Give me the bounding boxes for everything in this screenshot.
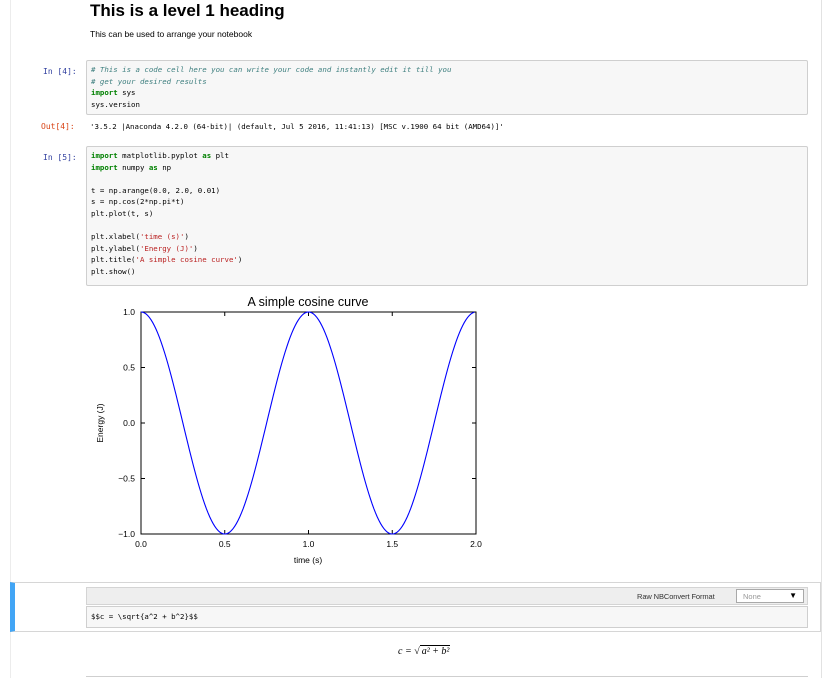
y-tick-label: 0.0	[123, 418, 135, 428]
plot-title: A simple cosine curve	[248, 295, 369, 309]
rendered-formula: c = √ a² + b²	[398, 645, 451, 657]
x-tick-label: 1.0	[303, 539, 315, 549]
raw-cell-text[interactable]: $$c = \sqrt{a^2 + b^2}$$	[91, 612, 198, 621]
x-tick-label: 1.5	[386, 539, 398, 549]
raw-format-select[interactable]: None ▼	[736, 589, 804, 603]
x-tick-label: 2.0	[470, 539, 482, 549]
cosine-line	[140, 311, 475, 535]
formula-lhs: c =	[398, 646, 415, 657]
y-tick-label: −1.0	[118, 529, 135, 539]
dropdown-arrow-icon: ▼	[789, 591, 797, 600]
y-tick-label: −0.5	[118, 474, 135, 484]
cell-separator	[86, 676, 808, 677]
x-tick-label: 0.0	[135, 539, 147, 549]
x-tick-label: 0.5	[219, 539, 231, 549]
y-tick-label: 0.5	[123, 363, 135, 373]
raw-format-value: None	[743, 591, 761, 601]
x-axis-ticks: 0.0 0.5 1.0 1.5 2.0	[135, 312, 482, 549]
plot-ylabel: Energy (J)	[95, 403, 105, 442]
cosine-plot: 0.0 0.5 1.0 1.5 2.0 1.0 0.5 0.0 −0.5 −1.0 A simp…	[95, 295, 482, 565]
y-tick-label: 1.0	[123, 307, 135, 317]
raw-cell-editor[interactable]: $$c = \sqrt{a^2 + b^2}$$	[86, 606, 808, 628]
plot-xlabel: time (s)	[294, 555, 323, 565]
y-axis-ticks: 1.0 0.5 0.0 −0.5 −1.0	[118, 307, 476, 539]
plot-axes-frame	[140, 311, 477, 535]
raw-format-label: Raw NBConvert Format	[637, 592, 715, 601]
notebook-page: This is a level 1 heading This can be us…	[0, 0, 829, 678]
formula-radicand: a² + b²	[419, 645, 451, 657]
